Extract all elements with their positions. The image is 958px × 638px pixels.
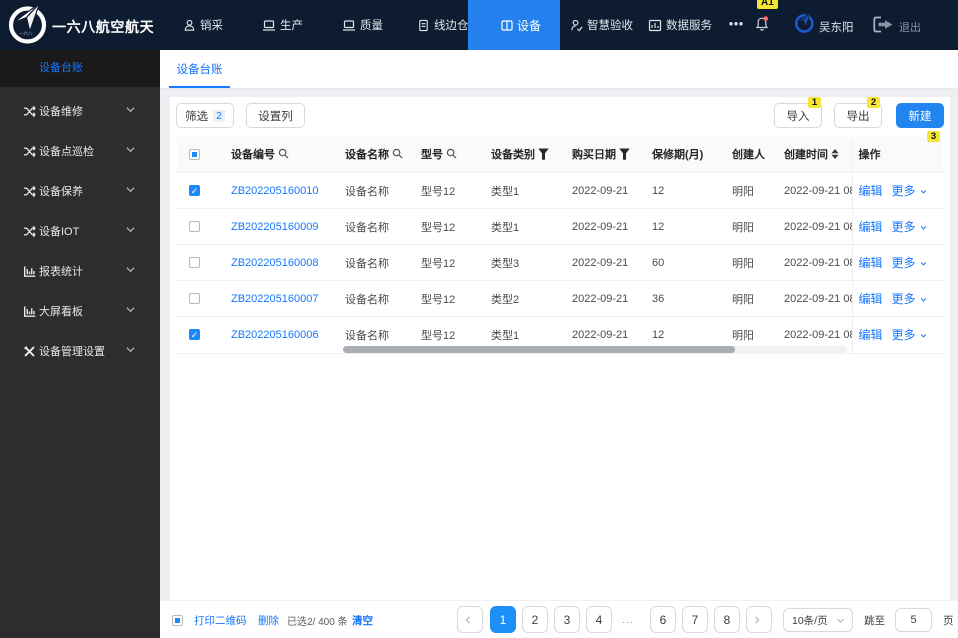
svg-text:一六八: 一六八 [19,30,33,37]
